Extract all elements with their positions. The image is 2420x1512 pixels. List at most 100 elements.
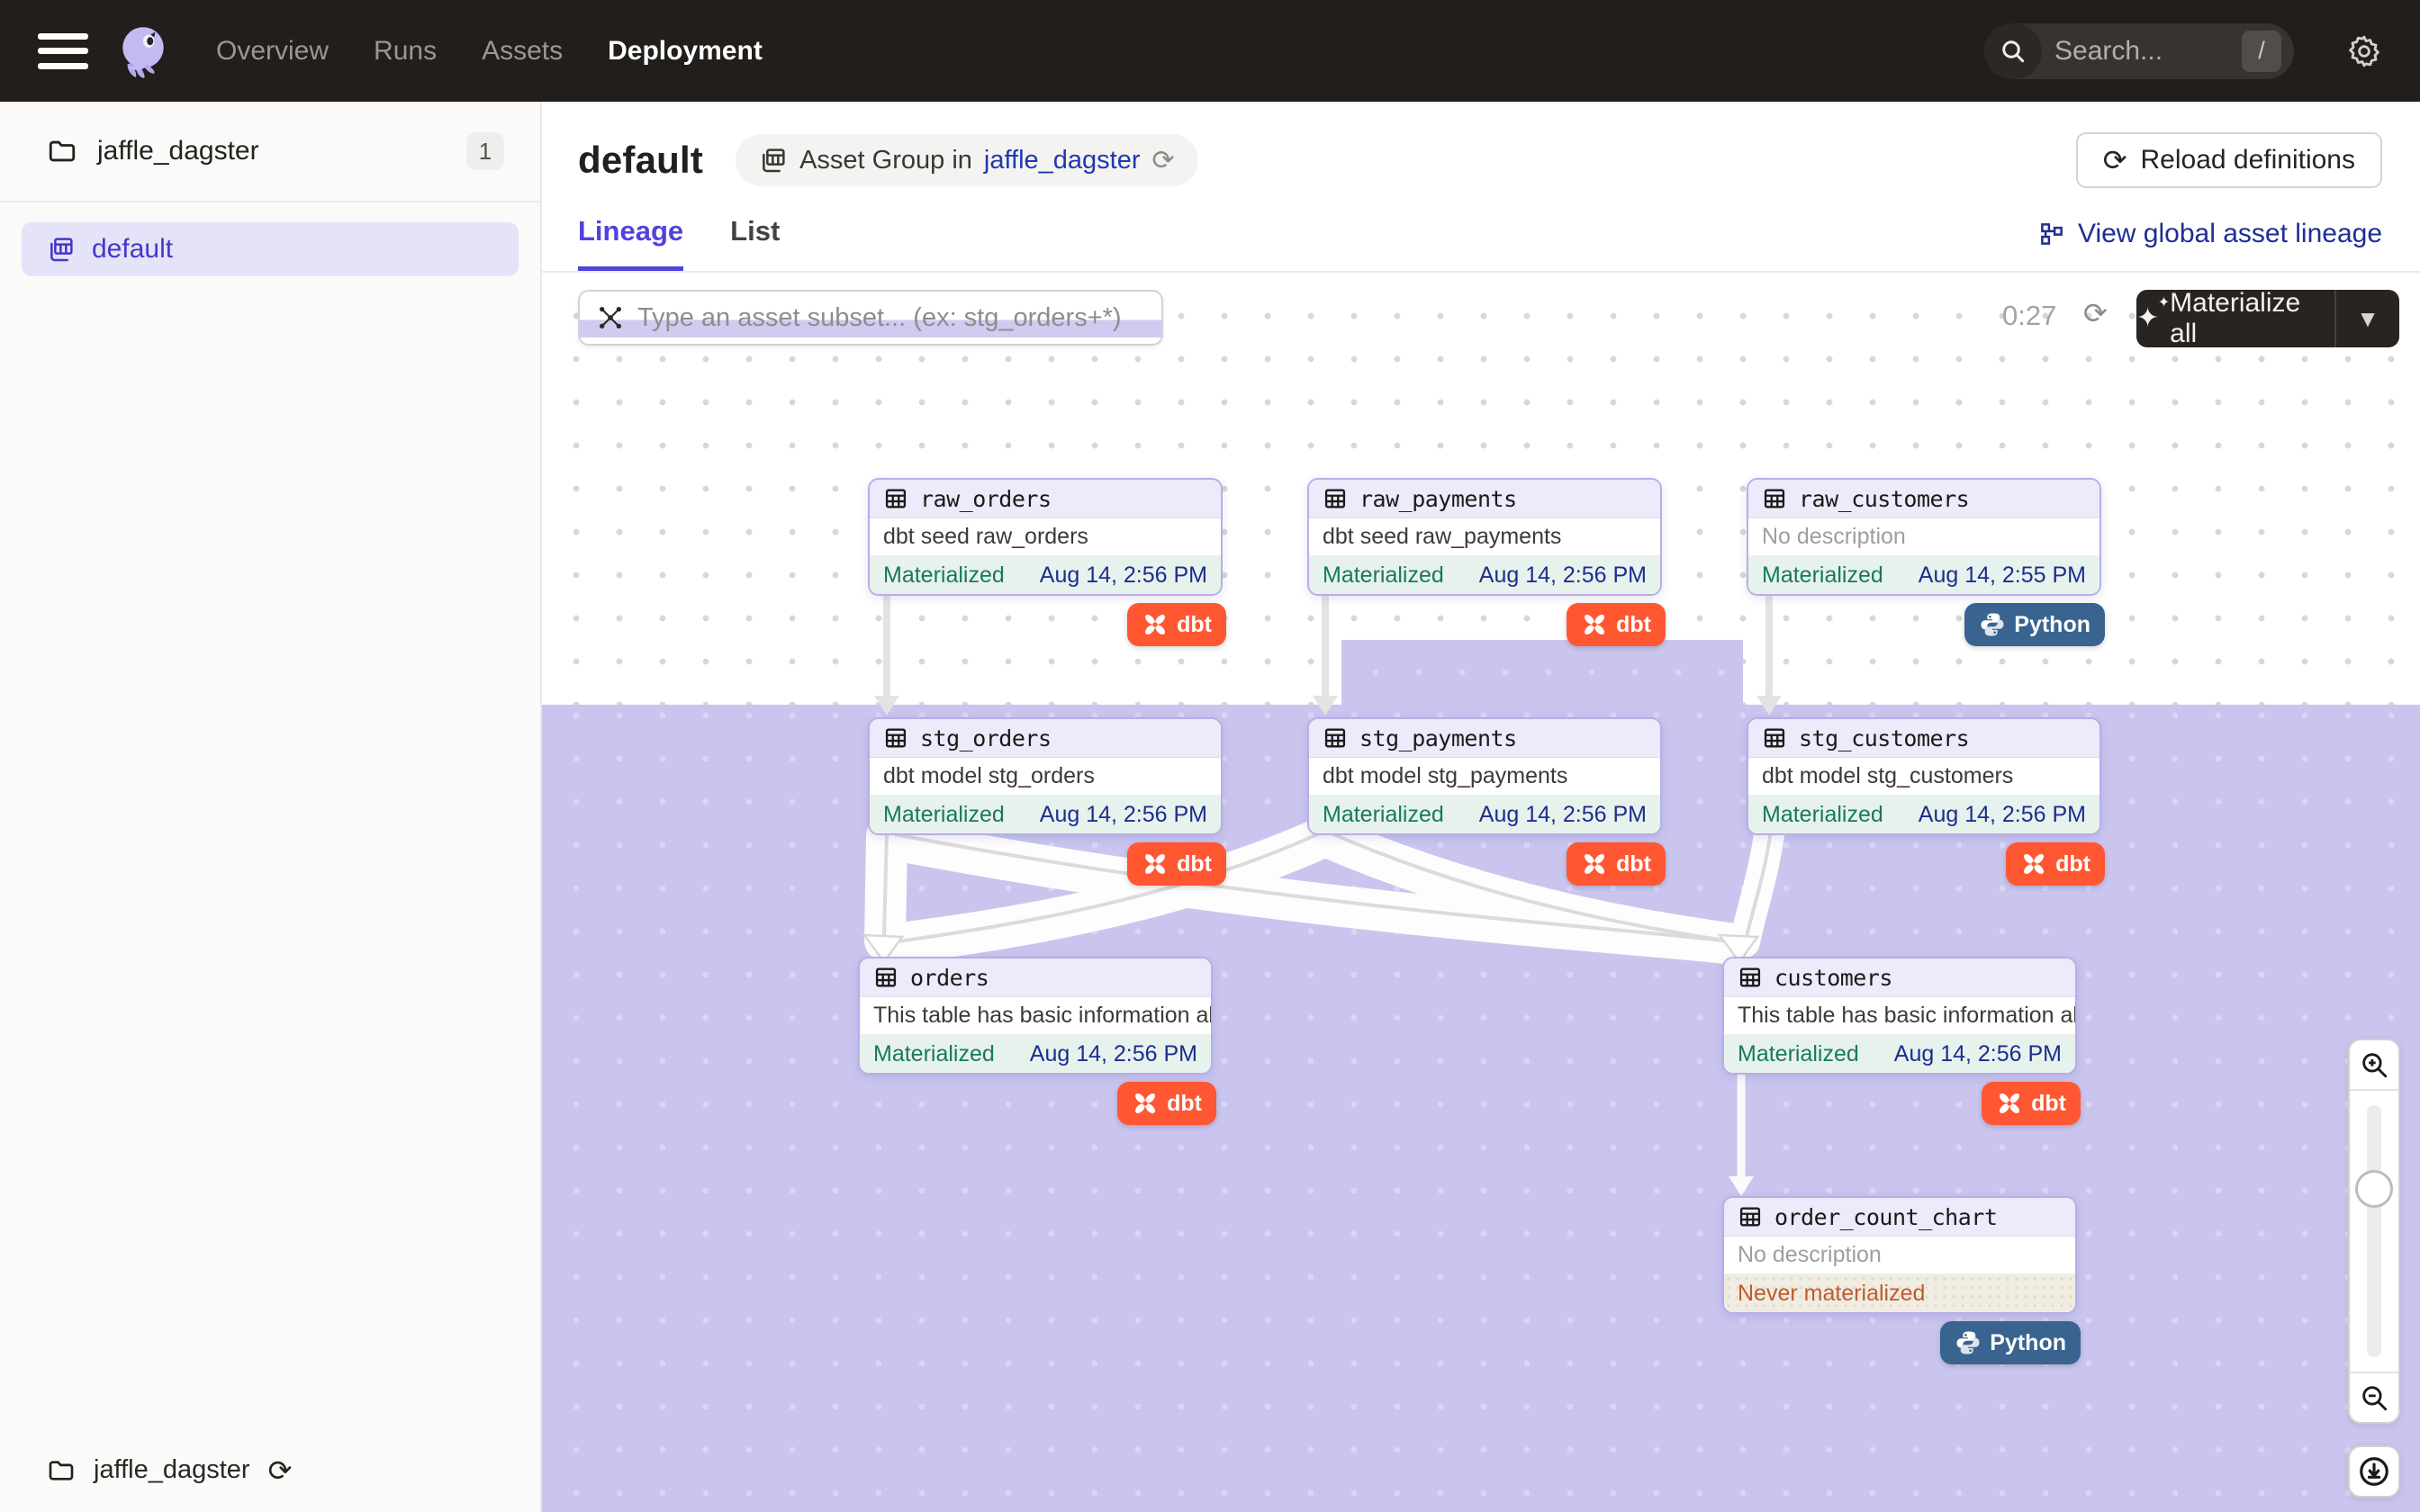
asset-status-row: Materialized Aug 14, 2:56 PM (1724, 1035, 2075, 1073)
dbt-logo-icon (1132, 1090, 1159, 1117)
asset-node-orders[interactable]: orders This table has basic information … (858, 957, 1213, 1075)
asset-node-customers[interactable]: customers This table has basic informati… (1722, 957, 2077, 1075)
asset-node-stg_customers[interactable]: stg_customers dbt model stg_customers Ma… (1747, 717, 2101, 835)
asset-status-row: Materialized Aug 14, 2:55 PM (1748, 556, 2099, 594)
nav-item-runs[interactable]: Runs (374, 36, 437, 67)
code-location-label: jaffle_dagster (94, 1455, 250, 1485)
nav-item-assets[interactable]: Assets (482, 36, 563, 67)
asset-card[interactable]: stg_payments dbt model stg_payments Mate… (1307, 717, 1662, 835)
gear-icon[interactable] (2346, 33, 2382, 69)
view-global-asset-lineage-link[interactable]: View global asset lineage (2038, 219, 2382, 267)
nav-links: Overview Runs Assets Deployment (216, 36, 763, 67)
asset-node-raw_customers[interactable]: raw_customers No description Materialize… (1747, 478, 2101, 596)
asset-name: stg_customers (1799, 725, 1969, 752)
asset-nodes-layer: raw_orders dbt seed raw_orders Materiali… (542, 276, 2420, 1512)
asset-card-header: stg_customers (1748, 719, 2099, 758)
asset-status-row: Materialized Aug 14, 2:56 PM (860, 1035, 1211, 1073)
zoom-in-button[interactable] (2350, 1040, 2398, 1091)
dbt-badge[interactable]: dbt (1567, 603, 1666, 646)
asset-group-icon (47, 235, 76, 264)
asset-group-pill-text: Asset Group in (799, 146, 972, 176)
asset-description: dbt seed raw_payments (1309, 518, 1660, 556)
asset-card[interactable]: stg_orders dbt model stg_orders Material… (868, 717, 1223, 835)
lineage-icon (2038, 220, 2065, 248)
python-badge[interactable]: Python (1940, 1321, 2081, 1364)
dbt-badge[interactable]: dbt (1117, 1082, 1216, 1125)
asset-card[interactable]: raw_orders dbt seed raw_orders Materiali… (868, 478, 1223, 596)
top-nav: Overview Runs Assets Deployment / (0, 0, 2420, 102)
refresh-icon[interactable]: ⟳ (1152, 145, 1175, 176)
asset-card[interactable]: raw_customers No description Materialize… (1747, 478, 2101, 596)
zoom-slider[interactable] (2350, 1091, 2398, 1372)
materialize-all-button[interactable]: ✦✦ Materialize all ▼ (2136, 290, 2399, 347)
tab-lineage[interactable]: Lineage (578, 215, 683, 271)
materialize-dropdown-caret[interactable]: ▼ (2334, 290, 2399, 347)
materialization-status: Never materialized (1738, 1281, 1925, 1307)
table-icon (1762, 486, 1787, 511)
asset-description: dbt seed raw_orders (870, 518, 1221, 556)
asset-status-row: Materialized Aug 14, 2:56 PM (1309, 796, 1660, 833)
nav-item-overview[interactable]: Overview (216, 36, 329, 67)
python-badge[interactable]: Python (1964, 603, 2105, 646)
materialization-timestamp: Aug 14, 2:56 PM (1479, 802, 1647, 828)
refresh-icon[interactable]: ⟳ (2083, 296, 2108, 330)
table-icon (1738, 965, 1763, 990)
tab-list[interactable]: List (730, 215, 780, 271)
tabs-row: Lineage List View global asset lineage (542, 215, 2420, 271)
asset-status-row: Materialized Aug 14, 2:56 PM (870, 556, 1221, 594)
refresh-icon[interactable]: ⟳ (268, 1456, 293, 1485)
zoom-out-button[interactable] (2350, 1372, 2398, 1422)
asset-group-pill-link[interactable]: jaffle_dagster (984, 146, 1141, 176)
asset-subset-input[interactable] (637, 303, 1145, 333)
asset-name: stg_payments (1359, 725, 1517, 752)
zoom-slider-handle[interactable] (2355, 1170, 2393, 1208)
asset-group-pill: Asset Group in jaffle_dagster ⟳ (736, 134, 1198, 186)
sidebar-footer-code-location[interactable]: jaffle_dagster ⟳ (47, 1455, 292, 1485)
asset-card-header: customers (1724, 958, 2075, 997)
zoom-slider-track (2367, 1105, 2381, 1357)
search-icon (1984, 23, 2042, 79)
dbt-badge[interactable]: dbt (1982, 1082, 2081, 1125)
search-input[interactable] (2054, 36, 2217, 67)
dbt-badge[interactable]: dbt (1127, 603, 1226, 646)
asset-node-raw_payments[interactable]: raw_payments dbt seed raw_payments Mater… (1307, 478, 1662, 596)
dbt-badge[interactable]: dbt (1567, 842, 1666, 886)
nav-item-deployment[interactable]: Deployment (608, 36, 763, 67)
dbt-logo-icon (1996, 1090, 2023, 1117)
materialization-status: Materialized (883, 562, 1005, 589)
sidebar-group-label: jaffle_dagster (97, 136, 259, 166)
asset-card-header: stg_payments (1309, 719, 1660, 758)
sparkle-icon: ✦✦ (2136, 305, 2159, 332)
dbt-badge[interactable]: dbt (2006, 842, 2105, 886)
asset-node-stg_orders[interactable]: stg_orders dbt model stg_orders Material… (868, 717, 1223, 835)
materialization-timestamp: Aug 14, 2:55 PM (1919, 562, 2086, 589)
reload-definitions-button[interactable]: ⟳ Reload definitions (2076, 132, 2382, 188)
asset-card-header: raw_customers (1748, 480, 2099, 518)
materialization-status: Materialized (1323, 802, 1444, 828)
global-search[interactable]: / (1984, 23, 2294, 79)
asset-subset-filter[interactable] (578, 290, 1163, 346)
asset-card[interactable]: raw_payments dbt seed raw_payments Mater… (1307, 478, 1662, 596)
asset-card[interactable]: customers This table has basic informati… (1722, 957, 2077, 1075)
asset-node-stg_payments[interactable]: stg_payments dbt model stg_payments Mate… (1307, 717, 1662, 835)
hamburger-menu-icon[interactable] (38, 33, 88, 69)
asset-card[interactable]: orders This table has basic information … (858, 957, 1213, 1075)
asset-card[interactable]: stg_customers dbt model stg_customers Ma… (1747, 717, 2101, 835)
asset-card[interactable]: order_count_chart No description Never m… (1722, 1196, 2077, 1314)
asset-node-order_count_chart[interactable]: order_count_chart No description Never m… (1722, 1196, 2077, 1314)
sidebar-group-jaffle-dagster[interactable]: jaffle_dagster 1 (0, 102, 540, 202)
asset-name: raw_customers (1799, 486, 1969, 512)
asset-node-raw_orders[interactable]: raw_orders dbt seed raw_orders Materiali… (868, 478, 1223, 596)
asset-description: dbt model stg_payments (1309, 758, 1660, 796)
refresh-icon: ⟳ (2103, 146, 2127, 175)
materialization-status: Materialized (873, 1041, 995, 1067)
sidebar-item-default[interactable]: default (22, 222, 519, 276)
refresh-timer: 0:27 (2002, 300, 2056, 332)
asset-name: stg_orders (920, 725, 1052, 752)
dbt-badge[interactable]: dbt (1127, 842, 1226, 886)
dagster-logo[interactable] (113, 22, 173, 81)
lineage-graph-viewport[interactable]: raw_orders dbt seed raw_orders Materiali… (542, 276, 2420, 1512)
materialization-timestamp: Aug 14, 2:56 PM (1040, 562, 1207, 589)
download-graph-button[interactable] (2348, 1445, 2400, 1498)
asset-count-badge: 1 (466, 132, 504, 170)
